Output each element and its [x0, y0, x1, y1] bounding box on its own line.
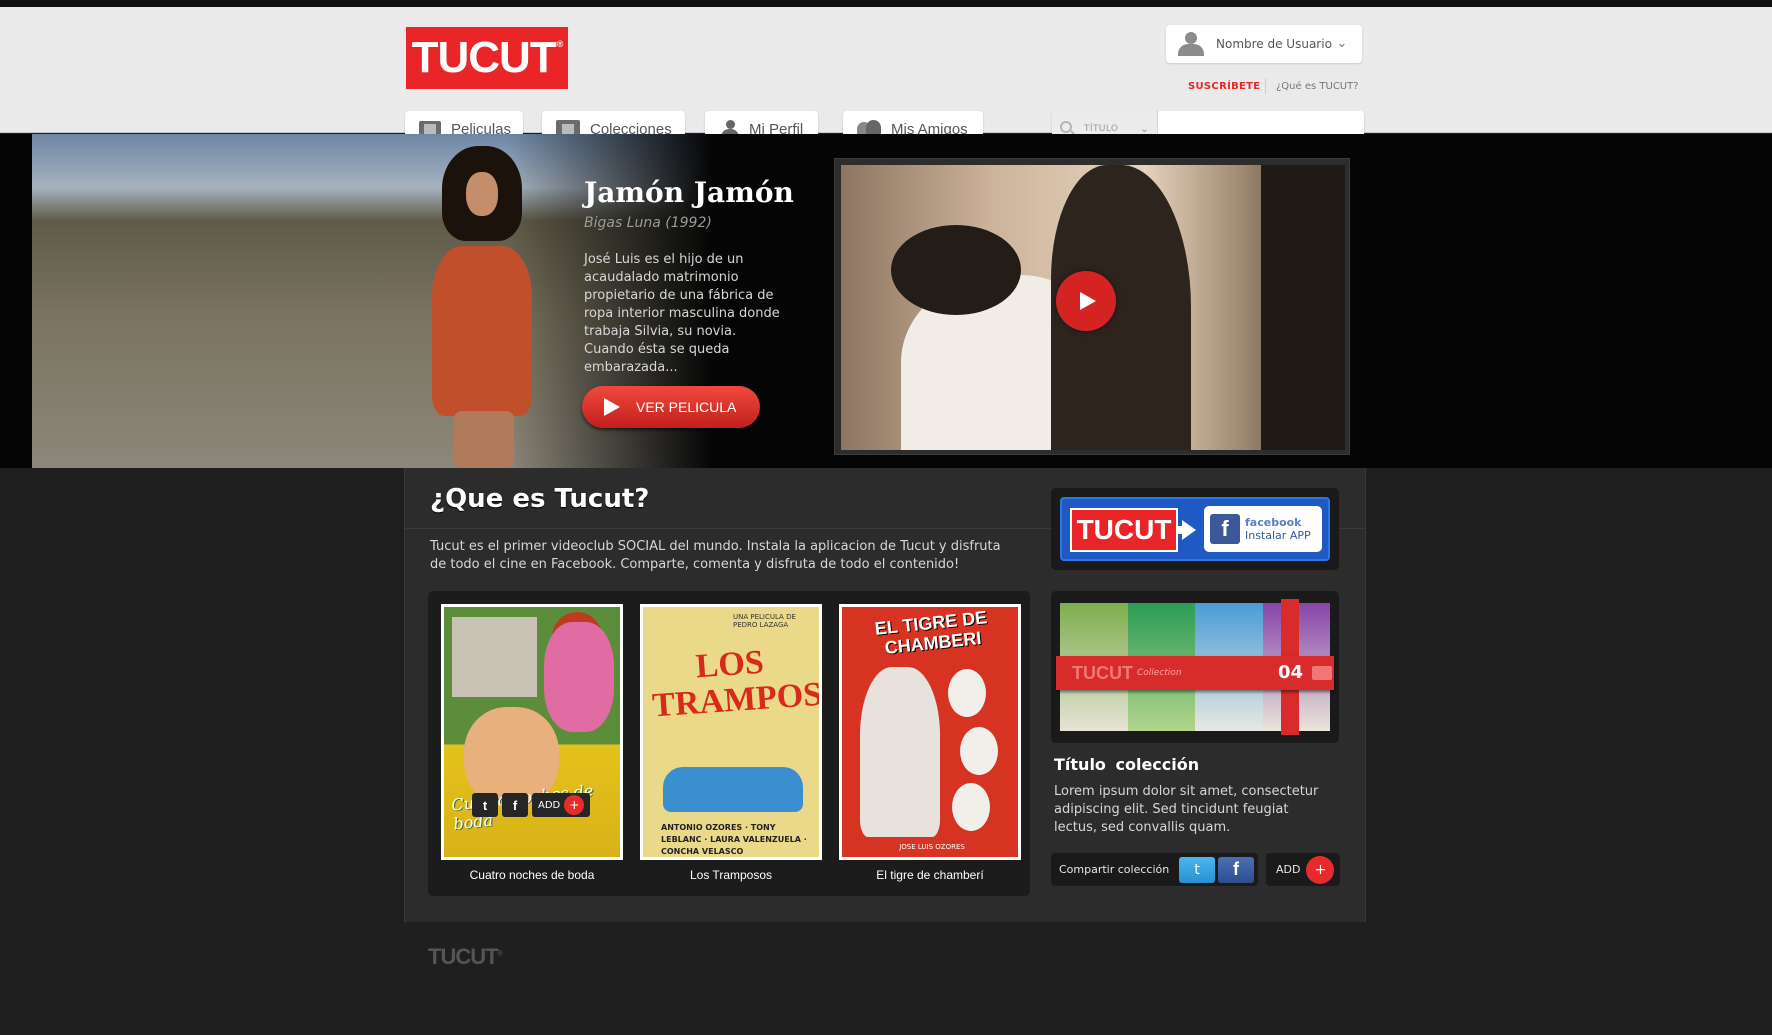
- poster-credits: JOSE LUIS OZORES: [899, 843, 965, 851]
- poster-title-art: LOS TRAMPOSOS: [651, 643, 822, 725]
- collection-ribbon: TUCUT Collection 04: [1056, 656, 1334, 690]
- watch-movie-label: VER PELICULA: [636, 399, 737, 415]
- facebook-install-card: f facebook Instalar APP: [1204, 506, 1322, 552]
- registered-mark: ®: [497, 950, 503, 958]
- play-icon: [1080, 292, 1096, 310]
- search-filter-label: TÍTULO: [1084, 124, 1119, 134]
- movie-title[interactable]: El tigre de chamberí: [839, 868, 1021, 882]
- collection-title[interactable]: Título colección: [1054, 755, 1199, 774]
- movie-card[interactable]: EL TIGRE DE CHAMBERI JOSE LUIS OZORES El…: [839, 604, 1021, 882]
- film-icon: [1312, 666, 1332, 680]
- add-label: ADD: [1276, 863, 1301, 876]
- hero-title: Jamón Jamón: [584, 176, 794, 209]
- collection-description: Lorem ipsum dolor sit amet, consectetur …: [1054, 784, 1319, 835]
- about-tucut-link[interactable]: ¿Qué es TUCUT?: [1276, 81, 1359, 92]
- share-label: Compartir colección: [1059, 863, 1170, 876]
- add-movie-button[interactable]: ADD +: [532, 793, 591, 817]
- about-title: ¿Que es Tucut?: [430, 484, 650, 514]
- arrow-right-icon: [1182, 520, 1196, 540]
- plus-badge-icon: +: [1306, 855, 1335, 884]
- ribbon-subtitle: Collection: [1137, 668, 1182, 678]
- hero-director-year: Bigas Luna (1992): [584, 215, 712, 231]
- facebook-share-button[interactable]: f: [502, 793, 528, 817]
- top-strip: [0, 0, 1772, 7]
- install-app-label: Instalar APP: [1245, 529, 1311, 542]
- poster-actions: t f ADD +: [472, 793, 591, 817]
- user-name: Nombre de Usuario: [1216, 37, 1332, 51]
- ribbon-logo: TUCUT: [1072, 662, 1133, 683]
- chevron-down-icon: ⌄: [1336, 36, 1348, 51]
- poster-credits: ANTONIO OZORES · TONY LEBLANC · LAURA VA…: [661, 823, 807, 856]
- site-footer: [0, 922, 1772, 1035]
- about-description: Tucut es el primer videoclub SOCIAL del …: [430, 539, 1001, 572]
- movie-poster[interactable]: UNA PELICULA DE PEDRO LAZAGA LOS TRAMPOS…: [640, 604, 822, 860]
- hero-synopsis: José Luis es el hijo de un acaudalado ma…: [584, 252, 780, 375]
- user-avatar-icon: [1178, 32, 1204, 56]
- movie-card[interactable]: Cuatro noches de boda t f ADD+ Cuatro no…: [441, 604, 623, 882]
- user-menu[interactable]: Nombre de Usuario ⌄: [1166, 25, 1362, 63]
- add-collection-button[interactable]: ADD +: [1266, 853, 1340, 886]
- collection-count: 04: [1278, 662, 1304, 683]
- movie-grid: Cuatro noches de boda t f ADD+ Cuatro no…: [428, 591, 1030, 896]
- facebook-share-button[interactable]: f: [1218, 856, 1254, 883]
- movie-poster[interactable]: Cuatro noches de boda t f ADD+: [441, 604, 623, 860]
- play-button[interactable]: [1056, 271, 1116, 331]
- plus-badge-icon: +: [564, 795, 585, 815]
- tucut-logo[interactable]: TUCUT ®: [406, 27, 568, 89]
- facebook-icon: f: [1210, 514, 1240, 544]
- registered-mark: ®: [556, 39, 564, 49]
- movie-card[interactable]: UNA PELICULA DE PEDRO LAZAGA LOS TRAMPOS…: [640, 604, 822, 882]
- tucut-logo: TUCUT: [1070, 508, 1178, 552]
- collection-share: Compartir colección t f: [1051, 853, 1258, 886]
- movie-title[interactable]: Los Tramposos: [640, 868, 822, 882]
- poster-title-art: EL TIGRE DE CHAMBERI: [873, 607, 989, 658]
- facebook-brand-label: facebook: [1245, 516, 1302, 529]
- play-icon: [604, 398, 620, 416]
- header-link-divider: [1265, 78, 1266, 94]
- movie-title[interactable]: Cuatro noches de boda: [441, 868, 623, 882]
- video-still[interactable]: [841, 165, 1345, 450]
- twitter-share-button[interactable]: t: [472, 793, 498, 817]
- footer-logo-text: TUCUT: [428, 944, 499, 969]
- add-label: ADD: [538, 799, 561, 811]
- trailer-player: [834, 158, 1350, 455]
- logo-text: TUCUT: [411, 33, 557, 82]
- hero-figure: [402, 146, 602, 468]
- collection-preview[interactable]: TUCUT Collection 04: [1051, 591, 1339, 743]
- movie-poster[interactable]: EL TIGRE DE CHAMBERI JOSE LUIS OZORES: [839, 604, 1021, 860]
- twitter-share-button[interactable]: t: [1179, 856, 1215, 883]
- poster-tagline: UNA PELICULA DE PEDRO LAZAGA: [733, 613, 796, 629]
- facebook-install-banner[interactable]: TUCUT f facebook Instalar APP: [1051, 488, 1339, 570]
- watch-movie-button[interactable]: VER PELICULA: [582, 386, 760, 428]
- subscribe-link[interactable]: SUSCRÍBETE: [1188, 81, 1260, 92]
- footer-logo[interactable]: TUCUT®: [428, 944, 503, 970]
